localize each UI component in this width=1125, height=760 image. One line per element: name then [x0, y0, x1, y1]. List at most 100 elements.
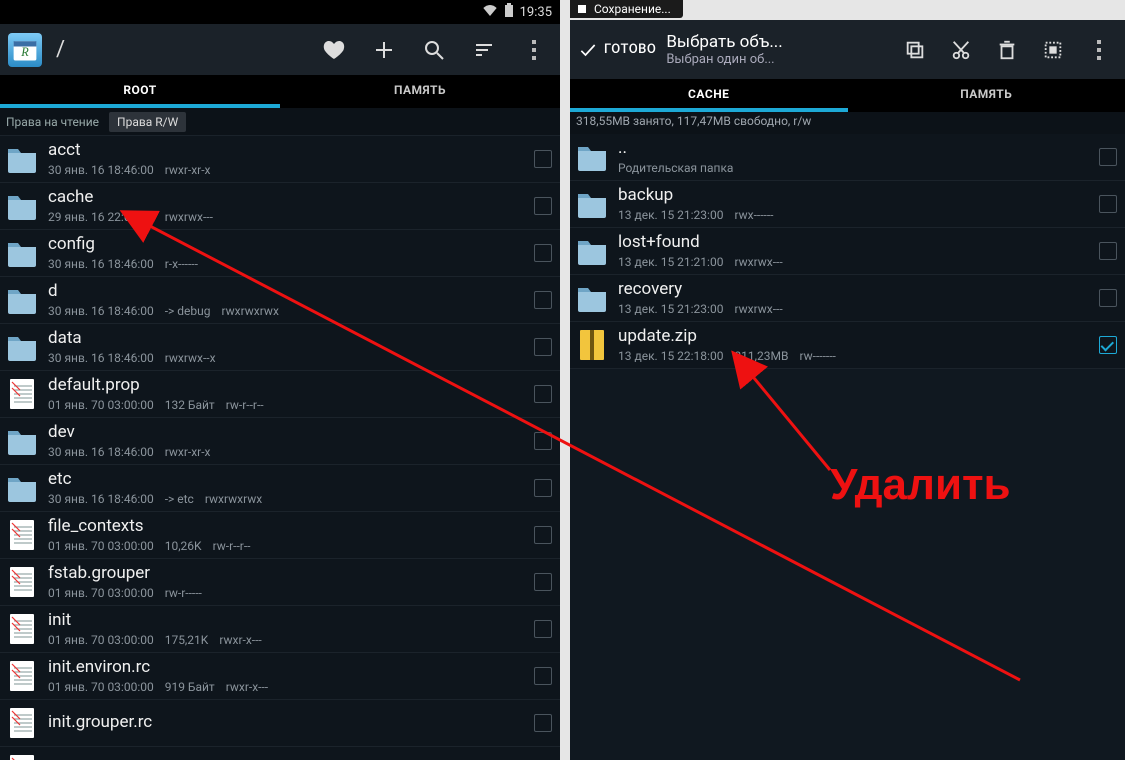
list-item[interactable]: acct30 янв. 16 18:46:00 rwxr-xr-x: [0, 136, 560, 183]
list-item[interactable]: .. Родительская папка: [570, 134, 1125, 181]
list-item[interactable]: dev30 янв. 16 18:46:00 rwxr-xr-x: [0, 418, 560, 465]
tabs: ROOT ПАМЯТЬ: [0, 76, 560, 108]
favorite-button[interactable]: [316, 32, 352, 68]
file-list[interactable]: .. Родительская папка backup13 дек. 15 21…: [570, 134, 1125, 369]
item-meta: lost+found 13 дек. 15 21:21:00 rwxrwx---: [618, 233, 1099, 269]
list-item[interactable]: recovery13 дек. 15 21:23:00 rwxrwx---: [570, 275, 1125, 322]
item-meta: acct30 янв. 16 18:46:00 rwxr-xr-x: [48, 141, 534, 177]
item-meta: file_contexts 01 янв. 70 03:00:00 10,26K …: [48, 517, 534, 553]
list-item[interactable]: fstab.grouper01 янв. 70 03:00:00 rw-r---…: [0, 559, 560, 606]
item-name: d: [48, 282, 534, 302]
item-subtext: 30 янв. 16 18:46:00 r-x------: [48, 257, 534, 271]
list-item[interactable]: etc30 янв. 16 18:46:00 -> etc rwxrwxrwx: [0, 465, 560, 512]
item-subtext: 30 янв. 16 18:46:00 -> debug rwxrwxrwx: [48, 304, 534, 318]
item-subtext: 29 янв. 16 22:09:00 rwxrwx---: [48, 210, 534, 224]
perm-rw-button[interactable]: Права R/W: [109, 112, 186, 132]
item-meta: dev30 янв. 16 18:46:00 rwxr-xr-x: [48, 423, 534, 459]
item-subtext: 01 янв. 70 03:00:00 10,26K rw-r--r--: [48, 539, 534, 553]
list-item[interactable]: cache 29 янв. 16 22:09:00 rwxrwx---: [0, 183, 560, 230]
list-item[interactable]: config 30 янв. 16 18:46:00 r-x------: [0, 230, 560, 277]
wifi-icon: [482, 4, 498, 20]
status-time: 19:35: [520, 5, 552, 20]
item-checkbox[interactable]: [534, 244, 552, 262]
item-checkbox[interactable]: [534, 573, 552, 591]
select-all-button[interactable]: [1035, 32, 1071, 68]
item-meta: init.grouper.rc: [48, 713, 534, 733]
list-item[interactable]: init01 янв. 70 03:00:00 175,21K rwxr-x--…: [0, 606, 560, 653]
item-subtext: 01 янв. 70 03:00:00 919 Байт rwxr-x---: [48, 680, 534, 694]
item-name: config: [48, 235, 534, 255]
item-subtext: 13 дек. 15 21:23:00 rwxrwx---: [618, 302, 1099, 316]
item-checkbox[interactable]: [534, 479, 552, 497]
item-name: init.environ.rc: [48, 658, 534, 678]
list-item[interactable]: update.zip13 дек. 15 22:18:00 311,23MB r…: [570, 322, 1125, 369]
item-name: file_contexts: [48, 517, 534, 537]
search-button[interactable]: [416, 32, 452, 68]
item-checkbox[interactable]: [534, 291, 552, 309]
cut-button[interactable]: [943, 32, 979, 68]
tab-memory[interactable]: ПАМЯТЬ: [280, 76, 560, 108]
item-subtext: 30 янв. 16 18:46:00 rwxrwx--x: [48, 351, 534, 365]
item-subtext: 13 дек. 15 21:21:00 rwxrwx---: [618, 255, 1099, 269]
tab-root[interactable]: ROOT: [0, 76, 280, 108]
item-meta: default.prop01 янв. 70 03:00:00 132 Байт…: [48, 376, 534, 412]
item-checkbox[interactable]: [534, 197, 552, 215]
selection-subtitle: Выбран один об...: [666, 52, 782, 68]
item-meta: fstab.grouper01 янв. 70 03:00:00 rw-r---…: [48, 564, 534, 600]
doc-icon: [6, 611, 38, 647]
list-item[interactable]: init.grouper.usb.rc: [0, 747, 560, 760]
list-item[interactable]: file_contexts 01 янв. 70 03:00:00 10,26K …: [0, 512, 560, 559]
folder-icon: [6, 235, 38, 271]
copy-button[interactable]: [897, 32, 933, 68]
item-subtext: Родительская папка: [618, 161, 1099, 175]
selection-action-bar: ГОТОВО Выбрать объ... Выбран один об...: [570, 20, 1125, 80]
item-checkbox[interactable]: [1099, 289, 1117, 307]
item-checkbox[interactable]: [534, 667, 552, 685]
list-item[interactable]: lost+found 13 дек. 15 21:21:00 rwxrwx---: [570, 228, 1125, 275]
sort-button[interactable]: [466, 32, 502, 68]
list-item[interactable]: data30 янв. 16 18:46:00 rwxrwx--x: [0, 324, 560, 371]
tab-cache[interactable]: CACHE: [570, 80, 848, 112]
item-checkbox[interactable]: [534, 338, 552, 356]
overflow-menu-button[interactable]: [516, 32, 552, 68]
list-item[interactable]: init.environ.rc 01 янв. 70 03:00:00 919 Б…: [0, 653, 560, 700]
list-item[interactable]: init.grouper.rc: [0, 700, 560, 747]
item-checkbox[interactable]: [1099, 148, 1117, 166]
item-name: cache: [48, 188, 534, 208]
item-checkbox[interactable]: [534, 526, 552, 544]
add-button[interactable]: [366, 32, 402, 68]
folder-icon: [6, 423, 38, 459]
tab-memory[interactable]: ПАМЯТЬ: [848, 80, 1125, 112]
item-name: lost+found: [618, 233, 1099, 253]
item-checkbox[interactable]: [534, 714, 552, 732]
storage-info: 318,55MB занято, 117,47MB свободно, r/w: [570, 112, 1125, 134]
overflow-menu-button[interactable]: [1081, 32, 1117, 68]
item-checkbox[interactable]: [534, 620, 552, 638]
item-checkbox[interactable]: [534, 432, 552, 450]
item-meta: etc30 янв. 16 18:46:00 -> etc rwxrwxrwx: [48, 470, 534, 506]
doc-icon: [6, 752, 38, 760]
file-list[interactable]: acct30 янв. 16 18:46:00 rwxr-xr-x cache 2…: [0, 136, 560, 760]
list-item[interactable]: backup13 дек. 15 21:23:00 rwx------: [570, 181, 1125, 228]
done-button[interactable]: ГОТОВО: [578, 40, 656, 60]
tabs: CACHE ПАМЯТЬ: [570, 80, 1125, 112]
delete-button[interactable]: [989, 32, 1025, 68]
item-checkbox[interactable]: [1099, 242, 1117, 260]
item-name: fstab.grouper: [48, 564, 534, 584]
list-item[interactable]: d 30 янв. 16 18:46:00 -> debug rwxrwxrwx: [0, 277, 560, 324]
right-device: ГОТОВО Выбрать объ... Выбран один об...: [570, 20, 1125, 760]
folder-icon: [576, 233, 608, 269]
item-name: dev: [48, 423, 534, 443]
saving-text: Сохранение...: [594, 2, 671, 16]
item-name: default.prop: [48, 376, 534, 396]
current-path[interactable]: /: [56, 37, 65, 62]
list-item[interactable]: default.prop01 янв. 70 03:00:00 132 Байт…: [0, 371, 560, 418]
item-subtext: 01 янв. 70 03:00:00 175,21K rwxr-x---: [48, 633, 534, 647]
item-checkbox[interactable]: [1099, 336, 1117, 354]
item-checkbox[interactable]: [534, 150, 552, 168]
item-checkbox[interactable]: [534, 385, 552, 403]
app-icon[interactable]: R: [8, 33, 42, 67]
item-checkbox[interactable]: [1099, 195, 1117, 213]
item-name: ..: [618, 139, 1099, 159]
item-name: update.zip: [618, 327, 1099, 347]
